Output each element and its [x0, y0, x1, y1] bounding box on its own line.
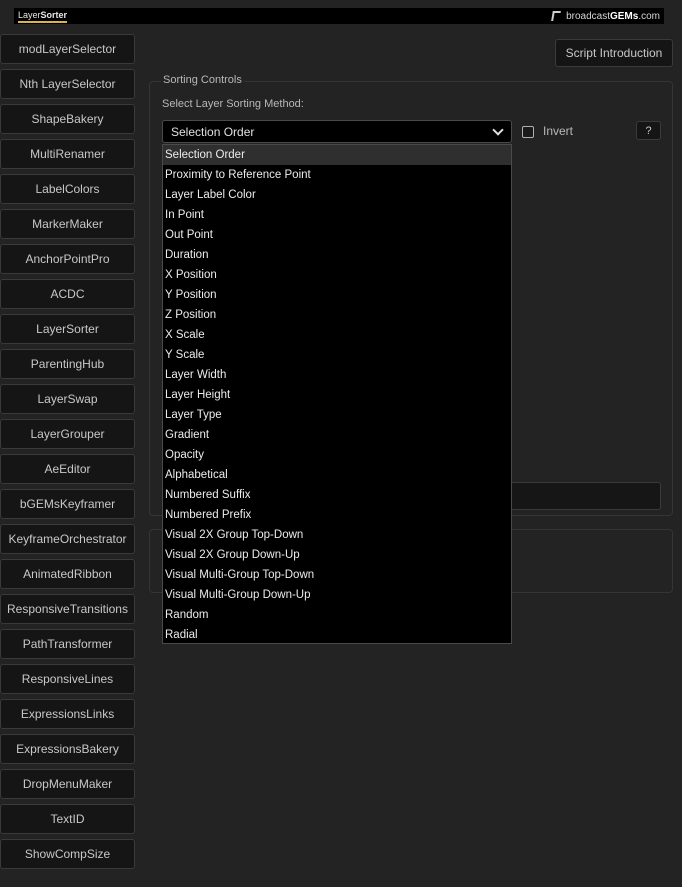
tool-sidebar: modLayerSelector Nth LayerSelector ShapeBa…: [0, 34, 135, 874]
sidebar-button-modlayerselector[interactable]: modLayerSelector: [0, 34, 135, 64]
dropdown-option[interactable]: Visual 2X Group Down-Up: [163, 545, 511, 565]
dropdown-option[interactable]: Alphabetical: [163, 465, 511, 485]
logo-text-bold: Sorter: [40, 10, 68, 20]
dropdown-option[interactable]: Numbered Prefix: [163, 505, 511, 525]
sidebar-button-animatedribbon[interactable]: AnimatedRibbon: [0, 559, 135, 589]
sidebar-button-textid[interactable]: TextID: [0, 804, 135, 834]
dropdown-option[interactable]: Radial: [163, 625, 511, 645]
sidebar-button-nth-layerselector[interactable]: Nth LayerSelector: [0, 69, 135, 99]
sidebar-button-labelcolors[interactable]: LabelColors: [0, 174, 135, 204]
dropdown-option[interactable]: Proximity to Reference Point: [163, 165, 511, 185]
dropdown-option[interactable]: Visual Multi-Group Down-Up: [163, 585, 511, 605]
layersorter-logo: LayerSorter: [18, 10, 68, 23]
sidebar-button-bgemskeyframer[interactable]: bGEMsKeyframer: [0, 489, 135, 519]
sidebar-button-responsivelines[interactable]: ResponsiveLines: [0, 664, 135, 694]
sidebar-button-anchorpointpro[interactable]: AnchorPointPro: [0, 244, 135, 274]
sidebar-button-multirenamer[interactable]: MultiRenamer: [0, 139, 135, 169]
dropdown-option[interactable]: X Scale: [163, 325, 511, 345]
dropdown-option[interactable]: Gradient: [163, 425, 511, 445]
top-banner: LayerSorter broadcastGEMs.com: [14, 8, 664, 24]
invert-checkbox[interactable]: [522, 126, 534, 138]
dropdown-option[interactable]: Visual Multi-Group Top-Down: [163, 565, 511, 585]
dropdown-option[interactable]: Layer Height: [163, 385, 511, 405]
dropdown-option[interactable]: Layer Label Color: [163, 185, 511, 205]
sidebar-button-responsivetransitions[interactable]: ResponsiveTransitions: [0, 594, 135, 624]
layer-sorter-panel: LayerSorter broadcastGEMs.com modLayerSe…: [0, 0, 682, 887]
dropdown-option[interactable]: Duration: [163, 245, 511, 265]
brand-text-light: broadcast: [566, 10, 610, 22]
sorting-method-label: Select Layer Sorting Method:: [162, 98, 304, 110]
invert-label: Invert: [543, 124, 574, 138]
sorting-method-select[interactable]: Selection Order: [162, 120, 512, 143]
sidebar-button-layersorter[interactable]: LayerSorter: [0, 314, 135, 344]
sidebar-button-keyframeorchestrator[interactable]: KeyframeOrchestrator: [0, 524, 135, 554]
sidebar-button-dropmenumaker[interactable]: DropMenuMaker: [0, 769, 135, 799]
dropdown-option[interactable]: Numbered Suffix: [163, 485, 511, 505]
dropdown-option[interactable]: Visual 2X Group Top-Down: [163, 525, 511, 545]
dropdown-option[interactable]: Selection Order: [163, 145, 511, 165]
dropdown-option[interactable]: Layer Width: [163, 365, 511, 385]
sidebar-button-showcompsize[interactable]: ShowCompSize: [0, 839, 135, 869]
sidebar-button-aeeditor[interactable]: AeEditor: [0, 454, 135, 484]
sidebar-button-parentinghub[interactable]: ParentingHub: [0, 349, 135, 379]
sidebar-button-layergrouper[interactable]: LayerGrouper: [0, 419, 135, 449]
sidebar-button-shapebakery[interactable]: ShapeBakery: [0, 104, 135, 134]
dropdown-option[interactable]: In Point: [163, 205, 511, 225]
brand-text: broadcastGEMs.com: [566, 11, 660, 22]
sidebar-button-pathtransformer[interactable]: PathTransformer: [0, 629, 135, 659]
dropdown-option[interactable]: Random: [163, 605, 511, 625]
brand-text-bold: GEMs: [609, 10, 639, 22]
chevron-down-icon: [492, 124, 504, 136]
help-button[interactable]: ?: [636, 121, 661, 140]
brand-text-suffix: .com: [638, 10, 660, 22]
sidebar-button-markermaker[interactable]: MarkerMaker: [0, 209, 135, 239]
sidebar-button-expressionsbakery[interactable]: ExpressionsBakery: [0, 734, 135, 764]
sidebar-button-acdc[interactable]: ACDC: [0, 279, 135, 309]
sidebar-button-expressionslinks[interactable]: ExpressionsLinks: [0, 699, 135, 729]
dropdown-option[interactable]: Opacity: [163, 445, 511, 465]
dropdown-option[interactable]: Y Scale: [163, 345, 511, 365]
broadcastgems-logo: broadcastGEMs.com: [551, 11, 660, 22]
dropdown-option[interactable]: Y Position: [163, 285, 511, 305]
sorting-method-selected-value: Selection Order: [171, 124, 255, 139]
dropdown-option[interactable]: Z Position: [163, 305, 511, 325]
sorting-controls-title: Sorting Controls: [161, 74, 244, 86]
dropdown-option[interactable]: Out Point: [163, 225, 511, 245]
sidebar-button-layerswap[interactable]: LayerSwap: [0, 384, 135, 414]
logo-text-light: Layer: [18, 10, 41, 20]
broadcastgems-mark-icon: [551, 11, 561, 21]
script-introduction-button[interactable]: Script Introduction: [555, 39, 673, 67]
sorting-method-dropdown-list[interactable]: Selection Order Proximity to Reference Po…: [162, 144, 512, 644]
dropdown-option[interactable]: X Position: [163, 265, 511, 285]
dropdown-option[interactable]: Layer Type: [163, 405, 511, 425]
